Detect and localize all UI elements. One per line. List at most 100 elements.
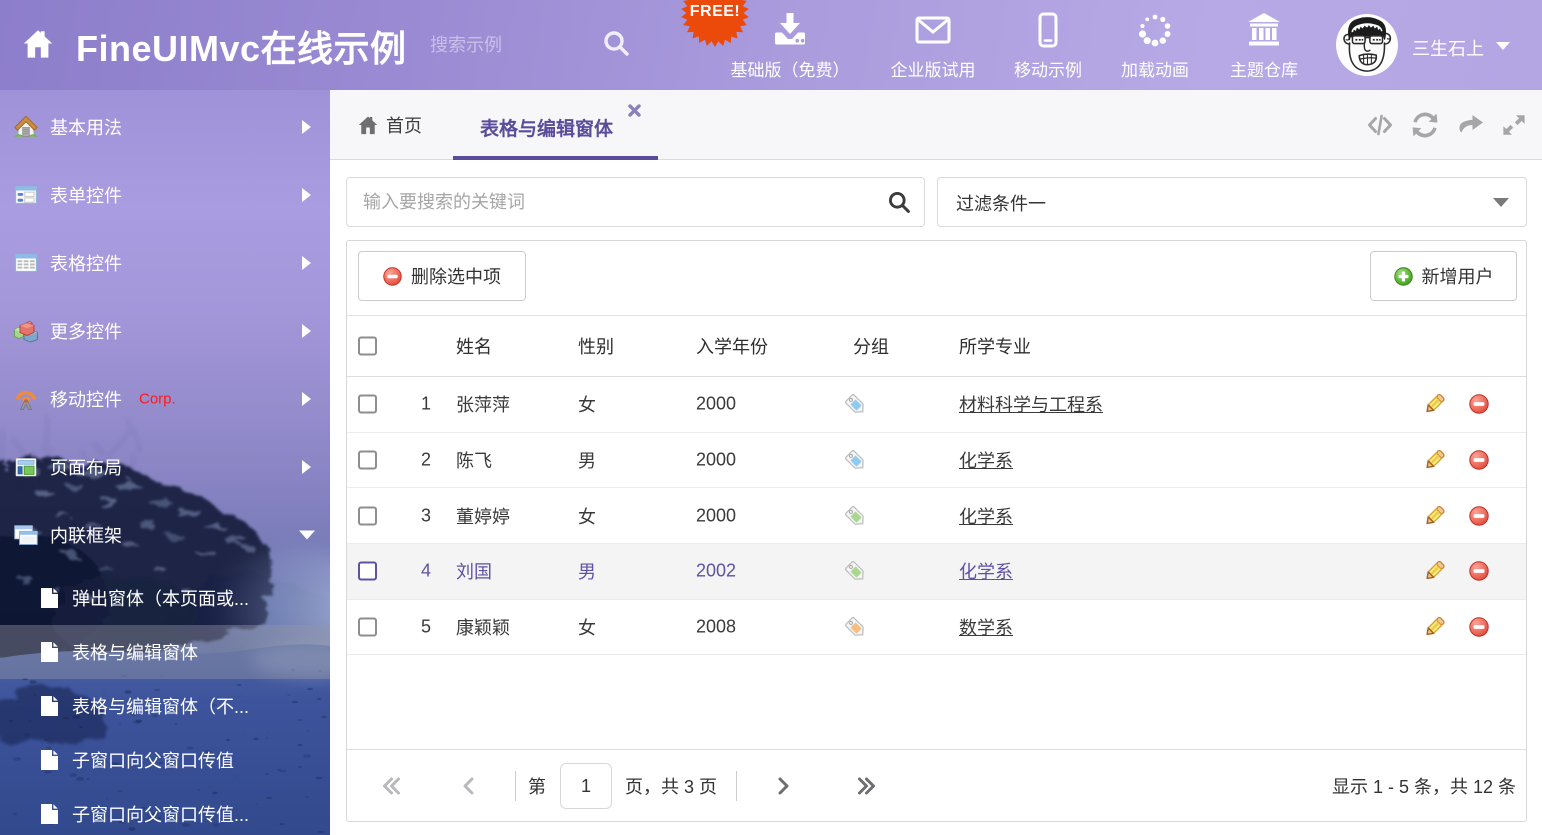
pager-page-suffix: 页，共 3 页 bbox=[625, 773, 717, 799]
table-icon bbox=[14, 251, 38, 275]
username[interactable]: 三生石上 bbox=[1412, 35, 1484, 61]
plus-circle-icon bbox=[1394, 267, 1413, 286]
row-number: 2 bbox=[387, 450, 431, 471]
wireless-icon bbox=[14, 387, 38, 411]
source-code-icon[interactable] bbox=[1367, 112, 1393, 138]
submenu-item-label: 子窗口向父窗口传值... bbox=[72, 801, 249, 827]
select-all-checkbox[interactable] bbox=[358, 337, 377, 356]
column-header-group[interactable]: 分组 bbox=[853, 333, 889, 359]
table-row[interactable]: 2 陈飞 男 2000 化学系 bbox=[347, 433, 1526, 489]
major-link[interactable]: 材料科学与工程系 bbox=[959, 395, 1103, 415]
row-checkbox[interactable] bbox=[358, 618, 377, 637]
sidebar-item-mobile-controls[interactable]: 移动控件Corp. bbox=[0, 365, 330, 433]
last-page-icon[interactable] bbox=[855, 774, 879, 798]
table-row[interactable]: 5 康颖颖 女 2008 数学系 bbox=[347, 600, 1526, 656]
column-header-major[interactable]: 所学专业 bbox=[959, 333, 1031, 359]
keyword-search-input[interactable] bbox=[346, 177, 925, 227]
major-link[interactable]: 化学系 bbox=[959, 562, 1013, 582]
cell-major: 化学系 bbox=[959, 447, 1013, 473]
cell-year: 2000 bbox=[696, 505, 736, 526]
table-row[interactable]: 1 张萍萍 女 2000 材料科学与工程系 bbox=[347, 377, 1526, 433]
add-button-label: 新增用户 bbox=[1422, 263, 1494, 289]
sidebar-item-form-controls[interactable]: 表单控件 bbox=[0, 161, 330, 229]
sidebar-item-basic-usage[interactable]: 基本用法 bbox=[0, 93, 330, 161]
sidebar: 基本用法 表单控件 表格控件 bbox=[0, 90, 330, 835]
edit-pencil-icon[interactable] bbox=[1423, 616, 1446, 638]
bank-icon bbox=[1244, 10, 1284, 50]
cell-gender: 女 bbox=[578, 614, 596, 640]
cell-name: 董婷婷 bbox=[456, 503, 510, 529]
major-link[interactable]: 化学系 bbox=[959, 507, 1013, 527]
row-checkbox[interactable] bbox=[358, 395, 377, 414]
pagination-bar: 第 页，共 3 页 显示 1 - 5 条，共 12 条 bbox=[347, 749, 1526, 822]
first-page-icon[interactable] bbox=[379, 774, 403, 798]
header-search-icon[interactable] bbox=[602, 29, 630, 57]
keyword-search-icon[interactable] bbox=[887, 190, 911, 214]
quicklink-theme-repo[interactable]: 主题仓库 bbox=[1230, 0, 1298, 90]
submenu-item-label: 弹出窗体（本页面或... bbox=[72, 585, 249, 611]
caret-right-icon bbox=[302, 324, 311, 338]
column-header-gender[interactable]: 性别 bbox=[578, 333, 614, 359]
submenu-item-label: 表格与编辑窗体 bbox=[72, 639, 198, 665]
sidebar-item-iframe[interactable]: 内联框架 bbox=[0, 501, 330, 569]
tab-bar: 首页 表格与编辑窗体 bbox=[330, 90, 1542, 160]
home-icon[interactable] bbox=[21, 26, 55, 61]
sidebar-item-grid-controls[interactable]: 表格控件 bbox=[0, 229, 330, 297]
expand-icon[interactable] bbox=[1502, 113, 1526, 137]
delete-row-icon[interactable] bbox=[1469, 394, 1489, 414]
share-icon[interactable] bbox=[1457, 112, 1483, 138]
dropdown-selected-value: 过滤条件一 bbox=[956, 190, 1046, 216]
cell-name: 刘国 bbox=[456, 558, 492, 584]
sidebar-item-label: 更多控件 bbox=[50, 318, 122, 344]
delete-row-icon[interactable] bbox=[1469, 450, 1489, 470]
caret-right-icon bbox=[302, 460, 311, 474]
column-header-year[interactable]: 入学年份 bbox=[696, 333, 768, 359]
row-checkbox[interactable] bbox=[358, 506, 377, 525]
delete-row-icon[interactable] bbox=[1469, 561, 1489, 581]
edit-pencil-icon[interactable] bbox=[1423, 393, 1446, 415]
submenu-item-grid-edit-window-2[interactable]: 表格与编辑窗体（不... bbox=[0, 679, 330, 733]
sidebar-item-label: 内联框架 bbox=[50, 522, 122, 548]
download-icon bbox=[770, 10, 810, 50]
sidebar-item-more-controls[interactable]: 更多控件 bbox=[0, 297, 330, 365]
edit-pencil-icon[interactable] bbox=[1423, 449, 1446, 471]
home-tab-icon bbox=[357, 114, 379, 136]
row-checkbox[interactable] bbox=[358, 451, 377, 470]
active-tab-underline bbox=[453, 156, 658, 160]
prev-page-icon[interactable] bbox=[457, 774, 481, 798]
delete-row-icon[interactable] bbox=[1469, 506, 1489, 526]
column-header-name[interactable]: 姓名 bbox=[456, 333, 492, 359]
header-search-input[interactable] bbox=[430, 28, 590, 62]
avatar-cartoon-face bbox=[1336, 14, 1398, 76]
user-caret-down-icon[interactable] bbox=[1496, 42, 1510, 50]
sidebar-item-page-layout[interactable]: 页面布局 bbox=[0, 433, 330, 501]
add-user-button[interactable]: 新增用户 bbox=[1370, 251, 1517, 301]
table-row[interactable]: 4 刘国 男 2002 化学系 bbox=[347, 544, 1526, 600]
file-icon bbox=[40, 641, 59, 663]
user-avatar[interactable] bbox=[1336, 14, 1398, 76]
cell-name: 康颖颖 bbox=[456, 614, 510, 640]
tab-home[interactable]: 首页 bbox=[357, 90, 422, 160]
edit-pencil-icon[interactable] bbox=[1423, 560, 1446, 582]
filter-dropdown[interactable]: 过滤条件一 bbox=[937, 177, 1527, 227]
major-link[interactable]: 数学系 bbox=[959, 618, 1013, 638]
sidebar-item-label: 表格控件 bbox=[50, 250, 122, 276]
house-icon bbox=[14, 115, 38, 139]
file-icon bbox=[40, 749, 59, 771]
tab-grid-edit-window[interactable]: 表格与编辑窗体 bbox=[453, 90, 658, 160]
delete-row-icon[interactable] bbox=[1469, 617, 1489, 637]
page-number-input[interactable] bbox=[560, 763, 612, 809]
row-checkbox[interactable] bbox=[358, 562, 377, 581]
submenu-item-child-to-parent-2[interactable]: 子窗口向父窗口传值... bbox=[0, 787, 330, 835]
edit-pencil-icon[interactable] bbox=[1423, 505, 1446, 527]
submenu-item-grid-edit-window[interactable]: 表格与编辑窗体 bbox=[0, 625, 330, 679]
submenu-item-child-to-parent[interactable]: 子窗口向父窗口传值 bbox=[0, 733, 330, 787]
refresh-icon[interactable] bbox=[1412, 112, 1438, 138]
tab-close-icon[interactable] bbox=[628, 104, 641, 117]
major-link[interactable]: 化学系 bbox=[959, 451, 1013, 471]
cell-year: 2002 bbox=[696, 561, 736, 582]
next-page-icon[interactable] bbox=[771, 774, 795, 798]
submenu-item-popup-window[interactable]: 弹出窗体（本页面或... bbox=[0, 571, 330, 625]
table-row[interactable]: 3 董婷婷 女 2000 化学系 bbox=[347, 488, 1526, 544]
delete-selected-button[interactable]: 删除选中项 bbox=[358, 251, 526, 301]
